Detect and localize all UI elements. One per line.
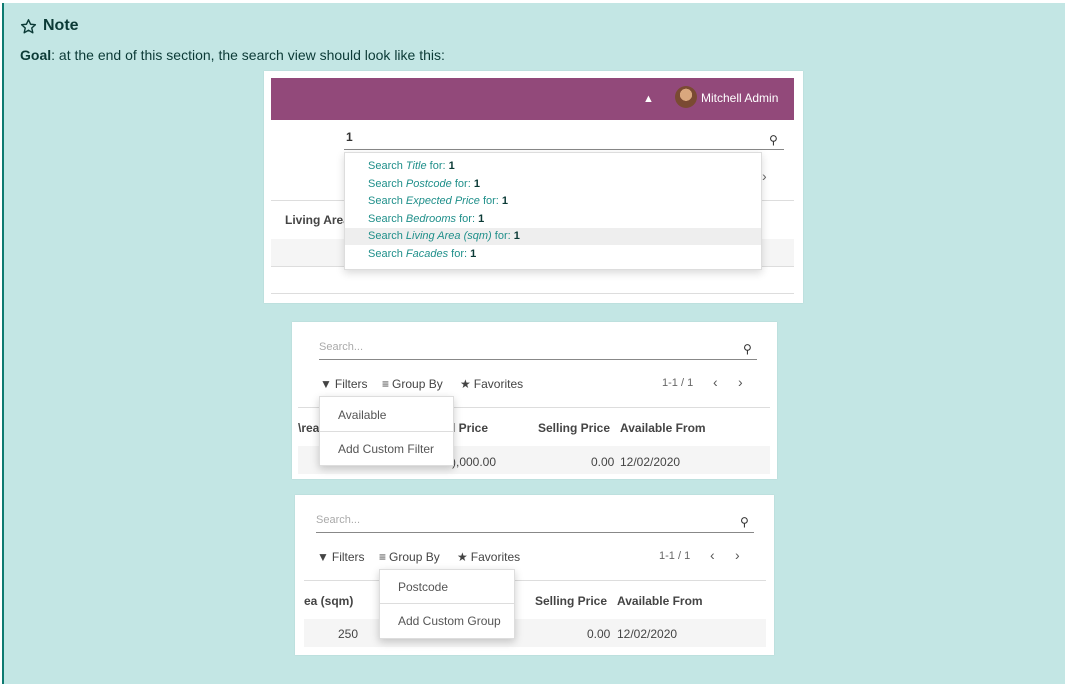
- suggestion-title[interactable]: Search Title for: 1: [345, 158, 761, 175]
- cell-available-from: 12/02/2020: [620, 455, 681, 469]
- filter-icon: ▼: [320, 377, 332, 391]
- filters-button[interactable]: ▼ Filters: [317, 550, 365, 564]
- favorites-button[interactable]: ★ Favorites: [460, 377, 523, 391]
- chevron-right-icon[interactable]: ›: [738, 374, 743, 390]
- search-underline: [316, 532, 754, 533]
- chevron-left-icon[interactable]: ‹: [713, 374, 718, 390]
- table-header-top: [304, 580, 766, 581]
- column-header-living-area[interactable]: ea (sqm): [304, 594, 353, 608]
- column-header-available-from[interactable]: Available From: [620, 421, 706, 435]
- filters-dropdown: Available Add Custom Filter: [319, 396, 454, 466]
- menu-divider: [320, 431, 453, 432]
- suggestion-living-area[interactable]: Search Living Area (sqm) for: 1: [345, 228, 761, 245]
- cell-expected-price: ),000.00: [452, 455, 497, 469]
- column-header-price[interactable]: l Price: [452, 421, 488, 435]
- table-row[interactable]: [304, 619, 766, 647]
- search-icon[interactable]: ⚲: [743, 342, 752, 356]
- cell-selling-price: 0.00: [587, 627, 611, 641]
- navbar: ▲ Mitchell Admin: [271, 78, 794, 120]
- search-query[interactable]: 1: [346, 130, 353, 144]
- gift-icon[interactable]: ▲: [643, 93, 654, 105]
- screenshot-group-by-menu: Search... ⚲ ▼ Filters ≡ Group By ★ Favorite…: [295, 495, 774, 655]
- column-header-selling-price[interactable]: Selling Price: [538, 421, 610, 435]
- chevron-right-icon[interactable]: ›: [762, 168, 767, 184]
- cell-living-area: 250: [338, 627, 359, 641]
- search-underline: [344, 149, 784, 150]
- column-header-living-area[interactable]: Living Area: [285, 213, 350, 227]
- pager-value[interactable]: 1-1 / 1: [659, 550, 690, 562]
- menu-item-add-custom-group[interactable]: Add Custom Group: [398, 614, 501, 628]
- goal-rest: : at the end of this section, the search…: [51, 47, 445, 63]
- menu-item-add-custom-filter[interactable]: Add Custom Filter: [338, 442, 434, 456]
- avatar[interactable]: [675, 86, 697, 108]
- chevron-left-icon[interactable]: ‹: [710, 547, 715, 563]
- note-title-text: Note: [43, 17, 79, 34]
- group-by-dropdown: Postcode Add Custom Group: [379, 569, 515, 639]
- group-by-button[interactable]: ≡ Group By: [382, 377, 443, 391]
- star-outline-icon: [20, 18, 37, 34]
- column-header-selling-price[interactable]: Selling Price: [535, 594, 607, 608]
- suggestion-bedrooms[interactable]: Search Bedrooms for: 1: [345, 211, 761, 228]
- goal-text: Goal: at the end of this section, the se…: [20, 47, 445, 63]
- search-input[interactable]: Search...: [319, 341, 363, 353]
- search-suggestions-dropdown: Search Title for: 1 Search Postcode for:…: [344, 152, 762, 270]
- search-underline: [319, 359, 757, 360]
- star-icon: ★: [457, 550, 468, 564]
- note-title: Note: [20, 17, 79, 35]
- cell-available-from: 12/02/2020: [617, 627, 678, 641]
- divider: [271, 293, 794, 294]
- screenshot-search-suggestions: ▲ Mitchell Admin 1 ⚲ › Living Area Searc…: [264, 71, 803, 303]
- goal-bold: Goal: [20, 47, 52, 63]
- search-input[interactable]: Search...: [316, 514, 360, 526]
- group-by-icon: ≡: [382, 377, 390, 391]
- filters-button[interactable]: ▼ Filters: [320, 377, 368, 391]
- menu-item-available[interactable]: Available: [338, 408, 386, 422]
- suggestion-facades[interactable]: Search Facades for: 1: [345, 246, 761, 263]
- favorites-button[interactable]: ★ Favorites: [457, 550, 520, 564]
- pager-value[interactable]: 1-1 / 1: [662, 377, 693, 389]
- column-header-area[interactable]: \rea: [298, 421, 319, 435]
- group-by-icon: ≡: [379, 550, 387, 564]
- column-header-available-from[interactable]: Available From: [617, 594, 703, 608]
- group-by-button[interactable]: ≡ Group By: [379, 550, 440, 564]
- search-icon[interactable]: ⚲: [769, 133, 778, 147]
- star-icon: ★: [460, 377, 471, 391]
- menu-item-postcode[interactable]: Postcode: [398, 580, 448, 594]
- search-icon[interactable]: ⚲: [740, 515, 749, 529]
- menu-divider: [380, 603, 514, 604]
- cell-selling-price: 0.00: [591, 455, 615, 469]
- user-name[interactable]: Mitchell Admin: [701, 91, 778, 105]
- screenshot-filters-menu: Search... ⚲ ▼ Filters ≡ Group By ★ Favorite…: [292, 322, 777, 479]
- suggestion-postcode[interactable]: Search Postcode for: 1: [345, 176, 761, 193]
- chevron-right-icon[interactable]: ›: [735, 547, 740, 563]
- suggestion-expected-price[interactable]: Search Expected Price for: 1: [345, 193, 761, 210]
- filter-icon: ▼: [317, 550, 329, 564]
